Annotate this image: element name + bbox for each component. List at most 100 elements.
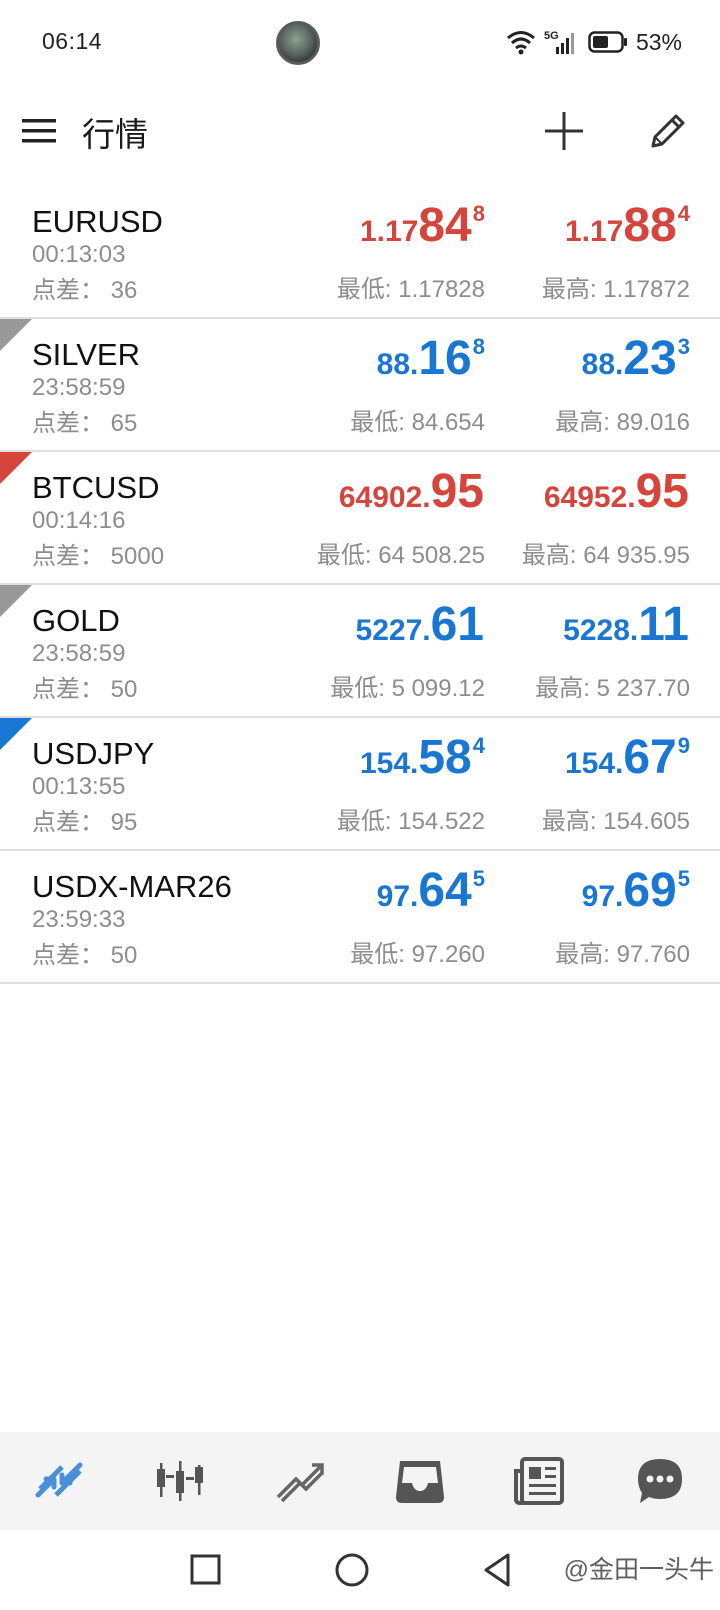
status-indicators: 5G 53% xyxy=(506,26,682,58)
notification-app-icon xyxy=(276,21,320,65)
chat-bubble-icon xyxy=(638,1459,682,1503)
spread-value: 65 xyxy=(110,410,138,437)
spread-value: 36 xyxy=(110,277,138,304)
bid-price: 5227.61 xyxy=(356,597,485,653)
spread-info: 点差： 65 xyxy=(32,403,137,438)
quote-row-silver[interactable]: SILVER 23:58:59 点差： 65 88.168 88.233 最低: 84.6… xyxy=(0,319,720,452)
quote-row-usdx-mar26[interactable]: USDX-MAR26 23:59:33 点差： 50 97.645 97.695 最低: … xyxy=(0,851,720,984)
bid-price-big: 61 xyxy=(430,598,484,651)
spread-label: 点差： xyxy=(32,809,104,836)
spread-label: 点差： xyxy=(32,942,104,969)
status-time: 06:14 xyxy=(42,28,103,54)
symbol-name: BTCUSD xyxy=(32,470,160,505)
quote-row-eurusd[interactable]: EURUSD 00:13:03 点差： 36 1.17848 1.17884 最低: 1.… xyxy=(0,186,720,319)
spread-label: 点差： xyxy=(32,277,104,304)
bid-price-big: 16 xyxy=(418,332,472,385)
spread-info: 点差： 5000 xyxy=(32,536,164,571)
bid-price: 1.17848 xyxy=(360,198,485,254)
status-bar: 06:14 5G 53% xyxy=(0,0,720,86)
ask-price: 88.233 xyxy=(582,331,690,387)
network-type-label: 5G xyxy=(544,30,559,42)
high-price: 最高: 5 237.70 xyxy=(535,675,690,702)
battery-icon xyxy=(588,31,627,53)
back-button[interactable] xyxy=(478,1550,518,1590)
high-price: 最高: 1.17872 xyxy=(541,276,690,303)
nav-quotes[interactable] xyxy=(0,1432,120,1530)
ask-price-small: 154. xyxy=(564,747,624,780)
high-price: 最高: 154.605 xyxy=(541,808,690,835)
bid-price-big: 84 xyxy=(418,199,472,252)
spread-value: 95 xyxy=(110,809,138,836)
ask-price: 64952.95 xyxy=(544,464,690,520)
circle-icon xyxy=(335,1553,369,1587)
bid-price-big: 58 xyxy=(418,731,472,784)
ask-price-small: 5228. xyxy=(563,614,639,647)
high-price: 最高: 89.016 xyxy=(555,409,690,436)
bid-price-small: 154. xyxy=(359,747,419,780)
bid-price-big: 64 xyxy=(418,864,472,917)
low-price: 最低: 1.17828 xyxy=(336,276,485,303)
symbol-name: USDX-MAR26 xyxy=(32,869,232,904)
quote-time: 00:13:55 xyxy=(32,773,126,800)
ask-price-big: 69 xyxy=(623,864,677,917)
page-title: 行情 xyxy=(82,116,148,153)
add-symbol-button[interactable] xyxy=(540,107,588,155)
trade-trend-icon xyxy=(276,1463,324,1503)
high-price: 最高: 97.760 xyxy=(555,941,690,968)
nav-history[interactable] xyxy=(360,1432,480,1530)
symbol-name: SILVER xyxy=(32,337,140,372)
menu-button[interactable] xyxy=(18,110,62,154)
bid-price-small: 97. xyxy=(376,880,419,913)
bid-price-sup: 8 xyxy=(472,201,485,226)
quote-time: 00:14:16 xyxy=(32,507,126,534)
quotes-list: EURUSD 00:13:03 点差： 36 1.17848 1.17884 最低: 1.… xyxy=(0,186,720,984)
ask-price-big: 67 xyxy=(623,731,677,784)
spread-value: 50 xyxy=(110,676,138,703)
quote-time: 23:58:59 xyxy=(32,374,126,401)
ask-price-big: 95 xyxy=(635,465,689,518)
spread-label: 点差： xyxy=(32,410,104,437)
spread-info: 点差： 95 xyxy=(32,802,137,837)
symbol-name: USDJPY xyxy=(32,736,155,771)
edit-list-button[interactable] xyxy=(644,107,692,155)
ask-price-small: 97. xyxy=(581,880,624,913)
symbol-name: GOLD xyxy=(32,603,120,638)
ask-price: 97.695 xyxy=(582,863,690,919)
bid-price-small: 1.17 xyxy=(359,215,419,248)
quote-row-btcusd[interactable]: BTCUSD 00:14:16 点差： 5000 64902.95 64952.95 最低… xyxy=(0,452,720,585)
nav-chart[interactable] xyxy=(120,1432,240,1530)
nav-messages[interactable] xyxy=(600,1432,720,1530)
quote-row-gold[interactable]: GOLD 23:58:59 点差： 50 5227.61 5228.11 最低: 5 09… xyxy=(0,585,720,718)
hamburger-icon xyxy=(22,119,56,143)
square-icon xyxy=(190,1554,221,1585)
ask-price: 154.679 xyxy=(565,730,690,786)
ask-price-small: 64952. xyxy=(543,481,636,514)
pencil-icon xyxy=(651,114,685,148)
change-marker xyxy=(0,319,32,351)
quote-time: 23:59:33 xyxy=(32,906,126,933)
bid-price-big: 95 xyxy=(430,465,484,518)
back-triangle-icon xyxy=(484,1553,510,1587)
ask-price-sup: 3 xyxy=(677,334,690,359)
recent-apps-button[interactable] xyxy=(186,1550,226,1590)
ask-price-small: 1.17 xyxy=(564,215,624,248)
bid-price: 97.645 xyxy=(377,863,485,919)
nav-trade[interactable] xyxy=(240,1432,360,1530)
home-button[interactable] xyxy=(332,1550,372,1590)
bid-price-sup: 4 xyxy=(472,733,485,758)
ask-price-sup: 4 xyxy=(677,201,690,226)
bid-price-sup: 5 xyxy=(472,866,485,891)
bid-price-small: 64902. xyxy=(338,481,431,514)
wifi-icon xyxy=(506,31,535,55)
quote-row-usdjpy[interactable]: USDJPY 00:13:55 点差： 95 154.584 154.679 最低: 15… xyxy=(0,718,720,851)
spread-value: 5000 xyxy=(110,543,165,570)
ask-price-small: 88. xyxy=(581,348,624,381)
bid-price-sup: 8 xyxy=(472,334,485,359)
change-marker xyxy=(0,718,32,750)
ask-price-sup: 9 xyxy=(677,733,690,758)
system-navigation-bar: @金田一头牛 xyxy=(0,1530,720,1610)
nav-news[interactable] xyxy=(480,1432,600,1530)
quotes-arrows-icon xyxy=(35,1462,83,1498)
bid-price-small: 88. xyxy=(376,348,419,381)
plus-icon xyxy=(545,112,583,150)
